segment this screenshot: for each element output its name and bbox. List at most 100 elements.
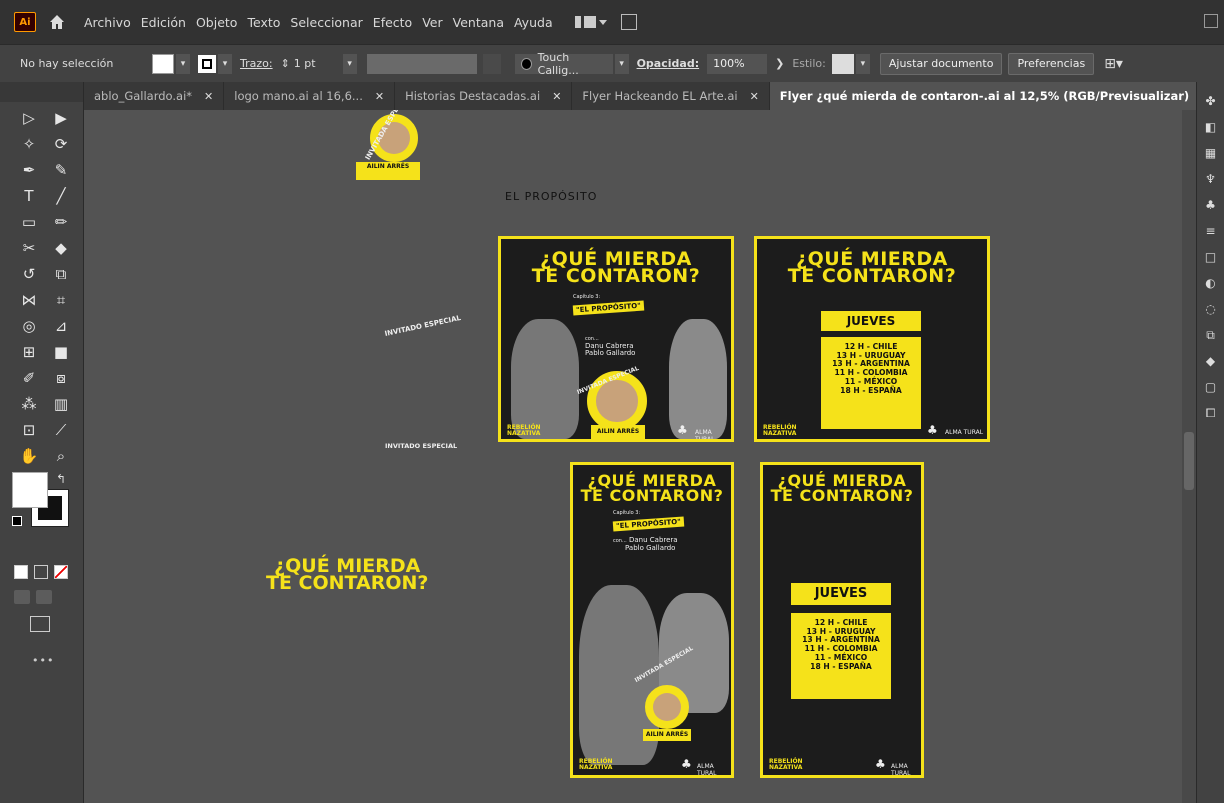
scale-tool-icon[interactable]: ⧉ bbox=[50, 264, 72, 284]
opacity-label[interactable]: Opacidad: bbox=[637, 57, 700, 70]
stroke-label[interactable]: Trazo: bbox=[240, 57, 273, 70]
menu-texto[interactable]: Texto bbox=[247, 15, 280, 30]
artboard-story-horarios[interactable]: ¿QUÉ MIERDA TE CONTARON? JUEVES 12 H - CH… bbox=[760, 462, 924, 778]
tools-panel-header[interactable] bbox=[0, 82, 83, 102]
properties-icon[interactable]: ✤ bbox=[1204, 94, 1218, 108]
draw-behind-icon[interactable] bbox=[36, 590, 52, 604]
menu-objeto[interactable]: Objeto bbox=[196, 15, 238, 30]
menu-efecto[interactable]: Efecto bbox=[373, 15, 412, 30]
app-logo[interactable]: Ai bbox=[14, 12, 36, 32]
fill-color-box[interactable] bbox=[12, 472, 48, 508]
libraries-icon[interactable]: ▦ bbox=[1204, 146, 1218, 160]
fill-dropdown-icon[interactable]: ▾ bbox=[176, 53, 190, 74]
asset-export-icon[interactable]: ⧠ bbox=[1204, 406, 1218, 420]
layers-icon[interactable]: ◧ bbox=[1204, 120, 1218, 134]
arrange-documents-icon[interactable]: ⊞▾ bbox=[1104, 56, 1123, 72]
menu-edicion[interactable]: Edición bbox=[141, 15, 186, 30]
close-icon[interactable]: ✕ bbox=[375, 90, 384, 103]
type-tool-icon[interactable]: T bbox=[18, 186, 40, 206]
close-icon[interactable]: ✕ bbox=[552, 90, 561, 103]
menu-seleccionar[interactable]: Seleccionar bbox=[290, 15, 362, 30]
gradient-mode-icon[interactable] bbox=[34, 565, 48, 579]
flat-invitado-especial[interactable]: INVITADO ESPECIAL bbox=[385, 442, 457, 450]
pen-tool-icon[interactable]: ✒ bbox=[18, 160, 40, 180]
menu-ayuda[interactable]: Ayuda bbox=[514, 15, 553, 30]
opacity-expand-icon[interactable]: ❯ bbox=[775, 57, 784, 70]
width-tool-icon[interactable]: ⋈ bbox=[18, 290, 40, 310]
transparency-icon[interactable]: ◐ bbox=[1204, 276, 1218, 290]
magic-wand-tool-icon[interactable]: ✧ bbox=[18, 134, 40, 154]
home-icon[interactable] bbox=[48, 13, 66, 31]
stroke-panel-icon[interactable]: ≡ bbox=[1204, 224, 1218, 238]
fit-document-button[interactable]: Ajustar documento bbox=[879, 52, 1003, 75]
rotate-tool-icon[interactable]: ↺ bbox=[18, 264, 40, 284]
workspace-switcher-icon[interactable] bbox=[574, 14, 609, 30]
artboard-canvas[interactable]: AILIN ARRÉS INVITADA ESPECIAL EL PROPÓSI… bbox=[84, 110, 1182, 803]
scrollbar-thumb[interactable] bbox=[1184, 432, 1194, 490]
brush-dropdown-icon[interactable]: ▾ bbox=[614, 53, 629, 74]
brush-definition[interactable]: Touch Callig... bbox=[514, 51, 613, 77]
more-tools-icon[interactable]: ••• bbox=[32, 654, 54, 667]
paintbrush-tool-icon[interactable]: ✏ bbox=[50, 212, 72, 232]
gradient-tool-icon[interactable]: ■ bbox=[50, 342, 72, 362]
free-transform-tool-icon[interactable]: ⌗ bbox=[50, 290, 72, 310]
arc-invitado-especial[interactable]: INVITADO ESPECIAL bbox=[384, 314, 462, 338]
color-guide-icon[interactable]: ◆ bbox=[1204, 354, 1218, 368]
artboards-icon[interactable]: ▢ bbox=[1204, 380, 1218, 394]
artboard-feed-horarios[interactable]: ¿QUÉ MIERDA TE CONTARON? JUEVES 12 H - CH… bbox=[754, 236, 990, 442]
symbol-sprayer-tool-icon[interactable]: ⁂ bbox=[18, 394, 40, 414]
selection-tool-icon[interactable]: ▶ bbox=[50, 108, 72, 128]
style-dropdown-icon[interactable]: ▾ bbox=[855, 53, 870, 74]
style-swatch[interactable] bbox=[831, 53, 854, 74]
zoom-tool-icon[interactable]: ⌕ bbox=[50, 446, 72, 466]
eraser-tool-icon[interactable]: ◆ bbox=[50, 238, 72, 258]
gradient-panel-icon[interactable]: □ bbox=[1204, 250, 1218, 264]
loose-badge-name[interactable]: AILIN ARRÉS bbox=[356, 162, 420, 180]
draw-normal-icon[interactable] bbox=[14, 590, 30, 604]
tab-flyer-que-mierda[interactable]: Flyer ¿qué mierda de contaron-.ai al 12,… bbox=[769, 82, 1204, 110]
lasso-tool-icon[interactable]: ⟳ bbox=[50, 134, 72, 154]
hand-tool-icon[interactable]: ✋ bbox=[18, 446, 40, 466]
shape-builder-tool-icon[interactable]: ◎ bbox=[18, 316, 40, 336]
stroke-swatch[interactable] bbox=[198, 54, 216, 73]
blend-tool-icon[interactable]: ⧇ bbox=[50, 368, 72, 388]
tab-flyer-hackeando[interactable]: Flyer Hackeando EL Arte.ai ✕ bbox=[572, 82, 770, 110]
label-proposito[interactable]: EL PROPÓSITO bbox=[505, 190, 597, 203]
swap-fill-stroke-icon[interactable]: ↰ bbox=[56, 472, 66, 486]
stepper-icon[interactable]: ⇕ bbox=[281, 57, 290, 70]
artboard-feed-invitada[interactable]: ¿QUÉ MIERDA TE CONTARON? Capítulo 3: "EL … bbox=[498, 236, 734, 442]
perspective-grid-tool-icon[interactable]: ⊿ bbox=[50, 316, 72, 336]
symbols-icon[interactable]: ♣ bbox=[1204, 198, 1218, 212]
mesh-tool-icon[interactable]: ⊞ bbox=[18, 342, 40, 362]
draw-inside-icon[interactable] bbox=[58, 590, 74, 604]
graphic-styles-icon[interactable]: ⧉ bbox=[1204, 328, 1218, 342]
variable-width-profile[interactable] bbox=[366, 53, 477, 74]
window-restore-icon[interactable] bbox=[1204, 14, 1218, 28]
close-icon[interactable]: ✕ bbox=[750, 90, 759, 103]
artboard-story-invitada[interactable]: ¿QUÉ MIERDA TE CONTARON? Capítulo 3: "EL … bbox=[570, 462, 734, 778]
artboard-tool-icon[interactable]: ⊡ bbox=[18, 420, 40, 440]
color-mode-icon[interactable] bbox=[14, 565, 28, 579]
stroke-dropdown-icon[interactable]: ▾ bbox=[218, 53, 232, 74]
fill-swatch[interactable] bbox=[152, 53, 174, 74]
tab-pablo-gallardo[interactable]: ablo_Gallardo.ai* ✕ bbox=[84, 82, 225, 110]
menu-ver[interactable]: Ver bbox=[422, 15, 442, 30]
loose-title[interactable]: ¿QUÉ MIERDA TE CONTARON? bbox=[266, 557, 428, 593]
brushes-icon[interactable]: ♆ bbox=[1204, 172, 1218, 186]
tab-logo-mano[interactable]: logo mano.ai al 16,6... ✕ bbox=[224, 82, 396, 110]
stroke-weight-field[interactable]: ⇕ 1 pt bbox=[281, 54, 341, 74]
opacity-field[interactable]: 100% bbox=[707, 53, 768, 74]
none-mode-icon[interactable] bbox=[54, 565, 68, 579]
stock-search-icon[interactable] bbox=[620, 14, 637, 30]
vertical-scrollbar[interactable] bbox=[1182, 110, 1196, 803]
screen-mode-icon[interactable] bbox=[30, 616, 50, 632]
menu-ventana[interactable]: Ventana bbox=[453, 15, 504, 30]
tab-historias-destacadas[interactable]: Historias Destacadas.ai ✕ bbox=[395, 82, 573, 110]
curvature-tool-icon[interactable]: ✎ bbox=[50, 160, 72, 180]
rectangle-tool-icon[interactable]: ▭ bbox=[18, 212, 40, 232]
slice-tool-icon[interactable]: ⟋ bbox=[50, 420, 72, 440]
stroke-weight-dropdown-icon[interactable]: ▾ bbox=[342, 53, 357, 74]
brush-dropdown[interactable] bbox=[482, 53, 501, 74]
shaper-tool-icon[interactable]: ✂ bbox=[18, 238, 40, 258]
preferences-button[interactable]: Preferencias bbox=[1008, 52, 1095, 75]
